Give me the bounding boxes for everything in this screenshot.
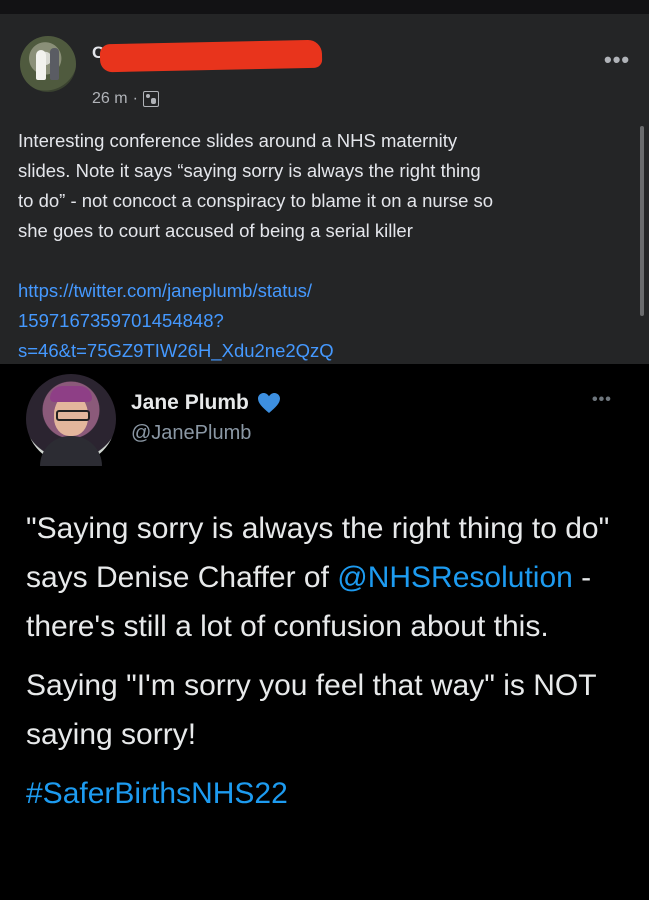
avatar-figure-groom bbox=[50, 48, 59, 80]
avatar-figure-bride bbox=[36, 50, 46, 80]
meta-separator: · bbox=[132, 90, 138, 107]
redaction-mark bbox=[99, 39, 323, 73]
tweet-more-icon[interactable]: ••• bbox=[592, 392, 612, 408]
tweet-body: "Saying sorry is always the right thing … bbox=[26, 504, 626, 818]
tweet-author-name-text: Jane Plumb bbox=[131, 391, 249, 414]
tweet-paragraph-3: #SaferBirthsNHS22 bbox=[26, 769, 626, 818]
tweet-paragraph-1: "Saying sorry is always the right thing … bbox=[26, 504, 626, 651]
tweet-card: Jane Plumb @JanePlumb ••• "Saying sorry … bbox=[0, 364, 649, 900]
tweet-author-handle[interactable]: @JanePlumb bbox=[131, 421, 251, 445]
post-author-avatar[interactable] bbox=[20, 36, 76, 92]
tweet-author-name[interactable]: Jane Plumb bbox=[131, 390, 281, 416]
post-text: Interesting conference slides around a N… bbox=[18, 130, 494, 241]
post-author-name[interactable]: C bbox=[92, 39, 323, 73]
avatar-hair bbox=[50, 386, 92, 402]
post-link[interactable]: https://twitter.com/janeplumb/status/ 15… bbox=[18, 276, 498, 366]
tweet-author-avatar[interactable] bbox=[26, 374, 116, 466]
blue-heart-icon bbox=[257, 393, 280, 413]
more-options-icon[interactable]: ••• bbox=[604, 49, 630, 71]
mention-link[interactable]: @NHSResolution bbox=[337, 561, 573, 594]
friends-icon[interactable] bbox=[142, 91, 159, 107]
post-meta: 26 m · bbox=[92, 89, 159, 109]
tweet-paragraph-2: Saying "I'm sorry you feel that way" is … bbox=[26, 669, 596, 751]
hashtag-link[interactable]: #SaferBirthsNHS22 bbox=[26, 777, 288, 810]
post-timestamp[interactable]: 26 m bbox=[92, 89, 128, 109]
avatar-body bbox=[40, 436, 102, 466]
facebook-post: C 26 m · ••• Interesting conference slid… bbox=[0, 14, 649, 364]
scrollbar[interactable] bbox=[640, 126, 644, 316]
top-bar bbox=[0, 0, 649, 14]
avatar-glasses bbox=[56, 410, 90, 421]
